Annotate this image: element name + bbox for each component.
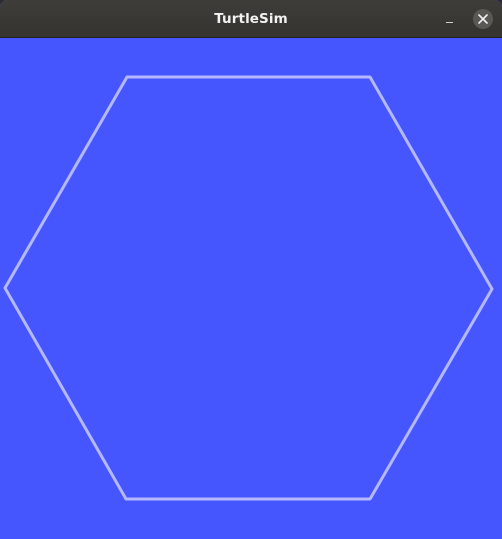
minimize-button[interactable] [438, 10, 460, 28]
drawing-surface [3, 75, 494, 501]
turtle-canvas[interactable] [0, 38, 502, 539]
close-icon [478, 14, 488, 24]
hexagon-path [3, 75, 494, 501]
title-bar[interactable]: TurtleSim [0, 0, 502, 38]
turtlesim-window: TurtleSim [0, 0, 502, 539]
minimize-icon [446, 22, 453, 23]
close-button[interactable] [473, 9, 493, 29]
window-title: TurtleSim [214, 11, 288, 27]
